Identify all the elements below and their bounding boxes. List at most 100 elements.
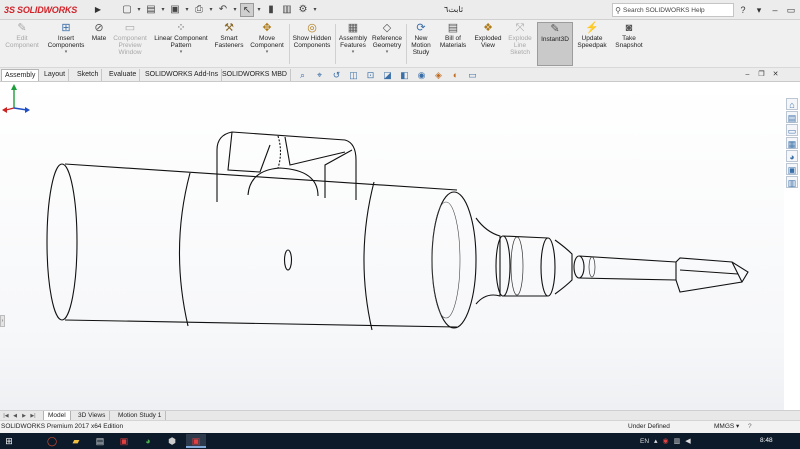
update-speedpak-button[interactable]: ⚡ Update Speedpak bbox=[575, 22, 609, 66]
feature-tree-expander[interactable]: › bbox=[0, 315, 5, 327]
graphics-area[interactable]: › bbox=[0, 82, 784, 410]
design-library-icon[interactable]: ▤ bbox=[786, 111, 798, 123]
view-palette-icon[interactable]: ▦ bbox=[786, 137, 798, 149]
app-cube-icon[interactable]: ⬢ bbox=[162, 434, 182, 448]
pdf-reader-icon[interactable]: ▣ bbox=[114, 434, 134, 448]
insert-components-button[interactable]: ⊞ Insert Components ▾ bbox=[44, 22, 88, 66]
language-indicator[interactable]: EN bbox=[640, 438, 649, 445]
shaft-thin-start bbox=[573, 255, 585, 279]
help-search-box[interactable]: ⚲ Search SOLIDWORKS Help bbox=[612, 3, 734, 17]
save-dropdown-arrow-icon[interactable]: ▾ bbox=[184, 3, 190, 17]
mate-button[interactable]: ⊘ Mate bbox=[89, 22, 109, 66]
tab-layout[interactable]: Layout bbox=[41, 69, 70, 81]
undo-dropdown-arrow-icon[interactable]: ▾ bbox=[232, 3, 238, 17]
display-style-icon[interactable]: ◧ bbox=[398, 69, 411, 81]
explode-line-sketch-button[interactable]: ⤧ Explode Line Sketch bbox=[505, 22, 535, 66]
tray-app-icon[interactable]: ◉ bbox=[663, 437, 669, 445]
undo-icon[interactable]: ↶ bbox=[216, 3, 230, 17]
assembly-model[interactable] bbox=[0, 82, 784, 410]
custom-properties-icon[interactable]: ▣ bbox=[786, 163, 798, 175]
status-help-icon[interactable]: ? bbox=[748, 421, 752, 433]
doc-close-button[interactable]: ✕ bbox=[770, 69, 781, 80]
instant3d-button[interactable]: ✎ Instant3D bbox=[537, 22, 573, 66]
new-motion-study-button[interactable]: ⟳ New Motion Study bbox=[408, 22, 434, 66]
chrome-browser-icon[interactable]: ◕ bbox=[138, 434, 158, 448]
edit-component-button[interactable]: ✎ Edit Component bbox=[2, 22, 42, 66]
solidworks-logo[interactable]: 3S SOLIDWORKS bbox=[4, 3, 77, 17]
edit-appearance-icon[interactable]: ◈ bbox=[432, 69, 445, 81]
tab-assembly[interactable]: Assembly bbox=[1, 69, 40, 81]
file-explorer-icon[interactable]: ▭ bbox=[786, 124, 798, 136]
rebuild-icon[interactable]: ▮ bbox=[264, 3, 278, 17]
last-tab-arrow-icon[interactable]: ▶| bbox=[29, 412, 37, 420]
file-properties-icon[interactable]: ▥ bbox=[280, 3, 294, 17]
bill-of-materials-button[interactable]: ▤ Bill of Materials bbox=[436, 22, 470, 66]
assembly-features-button[interactable]: ▦ Assembly Features ▾ bbox=[337, 22, 369, 66]
media-player-icon[interactable]: ▤ bbox=[90, 434, 110, 448]
open-dropdown-arrow-icon[interactable]: ▾ bbox=[160, 3, 166, 17]
forum-icon[interactable]: ▥ bbox=[786, 176, 798, 188]
select-pointer-icon[interactable]: ↖ bbox=[240, 3, 254, 17]
section-view-icon[interactable]: ◫ bbox=[347, 69, 360, 81]
new-document-icon[interactable]: ▢ bbox=[120, 3, 134, 17]
solidworks-resources-icon[interactable]: ⌂ bbox=[786, 98, 798, 110]
unit-system-selector[interactable]: MMGS ▾ bbox=[714, 421, 739, 433]
previous-view-icon[interactable]: ↺ bbox=[330, 69, 343, 81]
windows-start-icon[interactable]: ⊞ bbox=[2, 435, 16, 447]
tab-evaluate[interactable]: Evaluate bbox=[106, 69, 141, 81]
print-dropdown-arrow-icon[interactable]: ▾ bbox=[208, 3, 214, 17]
appearances-icon[interactable]: ◕ bbox=[786, 150, 798, 162]
dropdown-arrow-icon[interactable]: ▾ bbox=[352, 49, 355, 55]
select-dropdown-arrow-icon[interactable]: ▾ bbox=[256, 3, 262, 17]
dropdown-arrow-icon[interactable]: ▾ bbox=[266, 49, 269, 55]
linear-pattern-icon: ⁘ bbox=[176, 22, 186, 34]
options-gear-icon[interactable]: ⚙ bbox=[296, 3, 310, 17]
tab-solidworks-add-ins[interactable]: SOLIDWORKS Add-Ins bbox=[142, 69, 223, 81]
reference-geometry-button[interactable]: ◇ Reference Geometry ▾ bbox=[370, 22, 404, 66]
taskbar-clock[interactable]: 8:48 bbox=[760, 435, 773, 447]
opera-browser-icon[interactable]: ◯ bbox=[42, 434, 62, 448]
exploded-view-button[interactable]: ❖ Exploded View bbox=[472, 22, 504, 66]
first-tab-arrow-icon[interactable]: |◀ bbox=[2, 412, 10, 420]
volume-icon[interactable]: ◀ bbox=[685, 437, 690, 445]
restore-button[interactable]: ▭ bbox=[784, 3, 798, 17]
minimize-button[interactable]: – bbox=[768, 3, 782, 17]
print-icon[interactable]: ⎙ bbox=[192, 3, 206, 17]
take-snapshot-button[interactable]: ◙ Take Snapshot bbox=[612, 22, 646, 66]
view-settings-icon[interactable]: ▭ bbox=[466, 69, 479, 81]
help-dropdown-arrow-icon[interactable]: ▾ bbox=[752, 3, 766, 17]
ribbon-separator bbox=[289, 24, 290, 64]
open-document-icon[interactable]: ▤ bbox=[144, 3, 158, 17]
doc-restore-button[interactable]: ❐ bbox=[756, 69, 767, 80]
prev-tab-arrow-icon[interactable]: ◀ bbox=[11, 412, 19, 420]
linear-component-pattern-button[interactable]: ⁘ Linear Component Pattern ▾ bbox=[151, 22, 211, 66]
dropdown-arrow-icon[interactable]: ▾ bbox=[65, 49, 68, 55]
file-explorer-task-icon[interactable]: ▰ bbox=[66, 434, 86, 448]
reference-hole bbox=[283, 249, 293, 271]
tray-expand-icon[interactable]: ▴ bbox=[654, 437, 658, 445]
solidworks-task-icon[interactable]: ▣ bbox=[186, 434, 206, 448]
hide-show-items-icon[interactable]: ◉ bbox=[415, 69, 428, 81]
view-orientation-icon[interactable]: ◪ bbox=[381, 69, 394, 81]
smart-fasteners-button[interactable]: ⚒ Smart Fasteners bbox=[213, 22, 245, 66]
dropdown-arrow-icon[interactable]: ▾ bbox=[180, 49, 183, 55]
next-tab-arrow-icon[interactable]: ▶ bbox=[20, 412, 28, 420]
move-component-button[interactable]: ✥ Move Component ▾ bbox=[247, 22, 287, 66]
tab-solidworks-mbd[interactable]: SOLIDWORKS MBD bbox=[219, 69, 291, 81]
options-dropdown-arrow-icon[interactable]: ▾ bbox=[312, 3, 318, 17]
apply-scene-icon[interactable]: ◐ bbox=[449, 69, 462, 81]
tab-sketch[interactable]: Sketch bbox=[74, 69, 103, 81]
definition-status: Under Defined bbox=[628, 423, 670, 430]
doc-minimize-button[interactable]: – bbox=[742, 69, 753, 80]
dynamic-annotation-icon[interactable]: ⊡ bbox=[364, 69, 377, 81]
zoom-to-fit-icon[interactable]: ⌕ bbox=[296, 69, 309, 81]
show-hidden-components-button[interactable]: ◎ Show Hidden Components bbox=[291, 22, 333, 66]
new-dropdown-arrow-icon[interactable]: ▾ bbox=[136, 3, 142, 17]
network-icon[interactable]: ▥ bbox=[674, 437, 681, 445]
zoom-to-area-icon[interactable]: ⌖ bbox=[313, 69, 326, 81]
dropdown-arrow-icon[interactable]: ▾ bbox=[386, 49, 389, 55]
help-icon[interactable]: ? bbox=[736, 3, 750, 17]
save-icon[interactable]: ▣ bbox=[168, 3, 182, 17]
component-preview-window-button[interactable]: ▭ Component Preview Window bbox=[110, 22, 150, 66]
menu-expand-arrow-icon[interactable]: ▶ bbox=[93, 3, 103, 17]
